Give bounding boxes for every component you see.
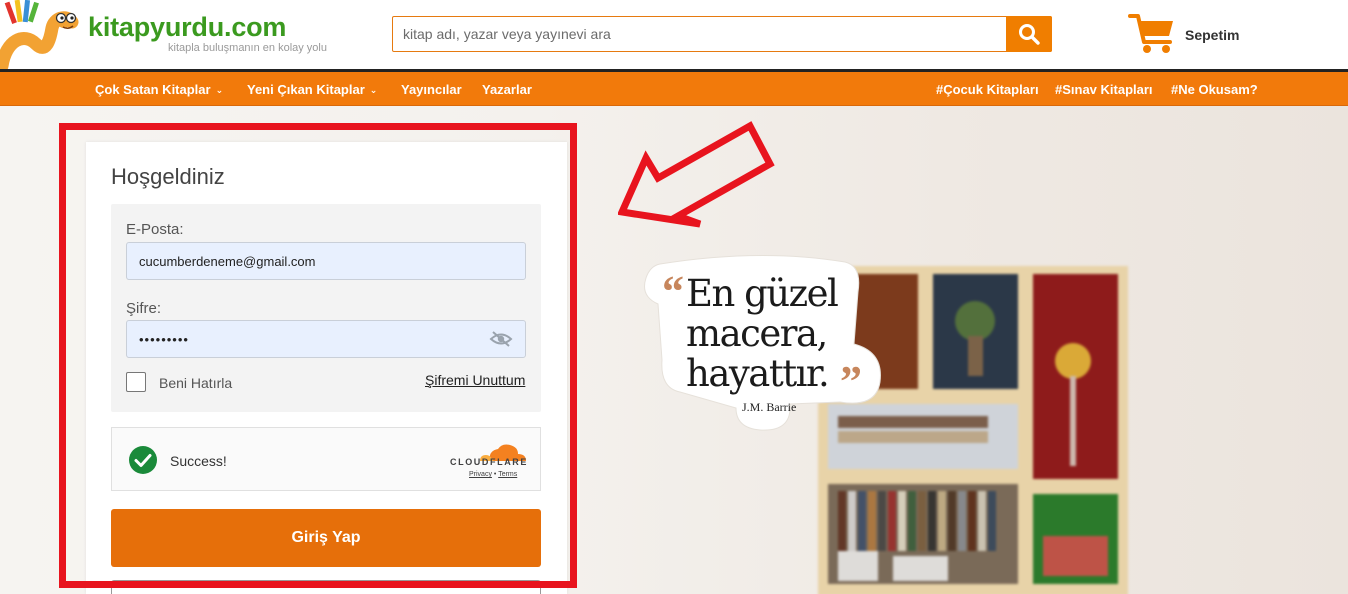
- site-header: kitapyurdu.com kitapla buluşmanın en kol…: [0, 0, 1348, 72]
- search-button[interactable]: [1006, 16, 1052, 52]
- password-field[interactable]: [126, 320, 526, 358]
- tag-link-what-to-read[interactable]: #Ne Okusam?: [1171, 82, 1258, 97]
- nav-item-bestsellers[interactable]: Çok Satan Kitaplar ⌄: [95, 82, 223, 97]
- email-field[interactable]: [126, 242, 526, 280]
- main-nav: Çok Satan Kitaplar ⌄ Yeni Çıkan Kitaplar ⌄…: [0, 72, 1348, 106]
- chevron-down-icon: ⌄: [369, 85, 378, 95]
- cloudflare-captcha-widget[interactable]: Success! CLOUDFLARE Privacy • Terms: [111, 427, 541, 491]
- quote-author: J.M. Barrie: [742, 400, 797, 414]
- logo-wordmark[interactable]: kitapyurdu.com: [88, 12, 286, 43]
- check-circle-icon: [129, 446, 157, 474]
- nav-item-label: Çok Satan Kitaplar: [95, 82, 211, 97]
- chevron-down-icon: ⌄: [215, 85, 224, 95]
- quote-line: macera,: [686, 312, 828, 355]
- tag-link-exam-books[interactable]: #Sınav Kitapları: [1055, 82, 1153, 97]
- cloudflare-wordmark: CLOUDFLARE: [450, 457, 528, 467]
- search-icon: [1019, 24, 1040, 45]
- quote-line: En güzel: [686, 272, 839, 315]
- cart-label: Sepetim: [1185, 27, 1240, 43]
- nav-item-publishers[interactable]: Yayıncılar: [401, 82, 462, 97]
- bookworm-logo-icon[interactable]: [0, 0, 84, 70]
- nav-item-new-releases[interactable]: Yeni Çıkan Kitaplar ⌄: [247, 82, 377, 97]
- quote-open-mark: “: [662, 267, 684, 316]
- login-card: Hoşgeldiniz E-Posta: Şifre: Beni Hatırla…: [86, 142, 567, 594]
- secondary-button[interactable]: [111, 580, 541, 594]
- nav-item-label: Yeni Çıkan Kitaplar: [247, 82, 365, 97]
- quote-sticker: “ En güzel macera, hayattır. ” J.M. Barr…: [640, 252, 882, 432]
- remember-me-label[interactable]: Beni Hatırla: [159, 375, 232, 391]
- red-arrow-annotation-icon: [618, 121, 775, 228]
- password-label: Şifre:: [126, 300, 162, 317]
- captcha-links-separator: •: [493, 471, 497, 478]
- captcha-terms-link[interactable]: Terms: [498, 471, 517, 478]
- login-button[interactable]: Giriş Yap: [111, 509, 541, 567]
- quote-line: hayattır.: [686, 352, 830, 395]
- captcha-privacy-link[interactable]: Privacy: [469, 471, 492, 478]
- quote-text: En güzel macera, hayattır.: [686, 272, 839, 395]
- quote-close-mark: ”: [840, 357, 862, 406]
- search-input[interactable]: [393, 17, 1007, 51]
- cart-link[interactable]: Sepetim: [1128, 12, 1268, 56]
- cart-icon: [1128, 14, 1173, 53]
- forgot-password-link[interactable]: Şifremi Unuttum: [425, 372, 525, 388]
- logo-slogan: kitapla buluşmanın en kolay yolu: [168, 42, 327, 54]
- tag-link-children-books[interactable]: #Çocuk Kitapları: [936, 82, 1039, 97]
- login-title: Hoşgeldiniz: [111, 164, 225, 189]
- email-label: E-Posta:: [126, 221, 184, 238]
- captcha-status: Success!: [170, 453, 227, 469]
- eye-slash-icon[interactable]: [489, 330, 513, 348]
- nav-item-authors[interactable]: Yazarlar: [482, 82, 532, 97]
- search-bar: [392, 16, 1052, 52]
- remember-me-checkbox[interactable]: [126, 372, 146, 392]
- login-form: E-Posta: Şifre: Beni Hatırla Şifremi Unu…: [111, 204, 541, 412]
- captcha-links: Privacy • Terms: [469, 471, 517, 478]
